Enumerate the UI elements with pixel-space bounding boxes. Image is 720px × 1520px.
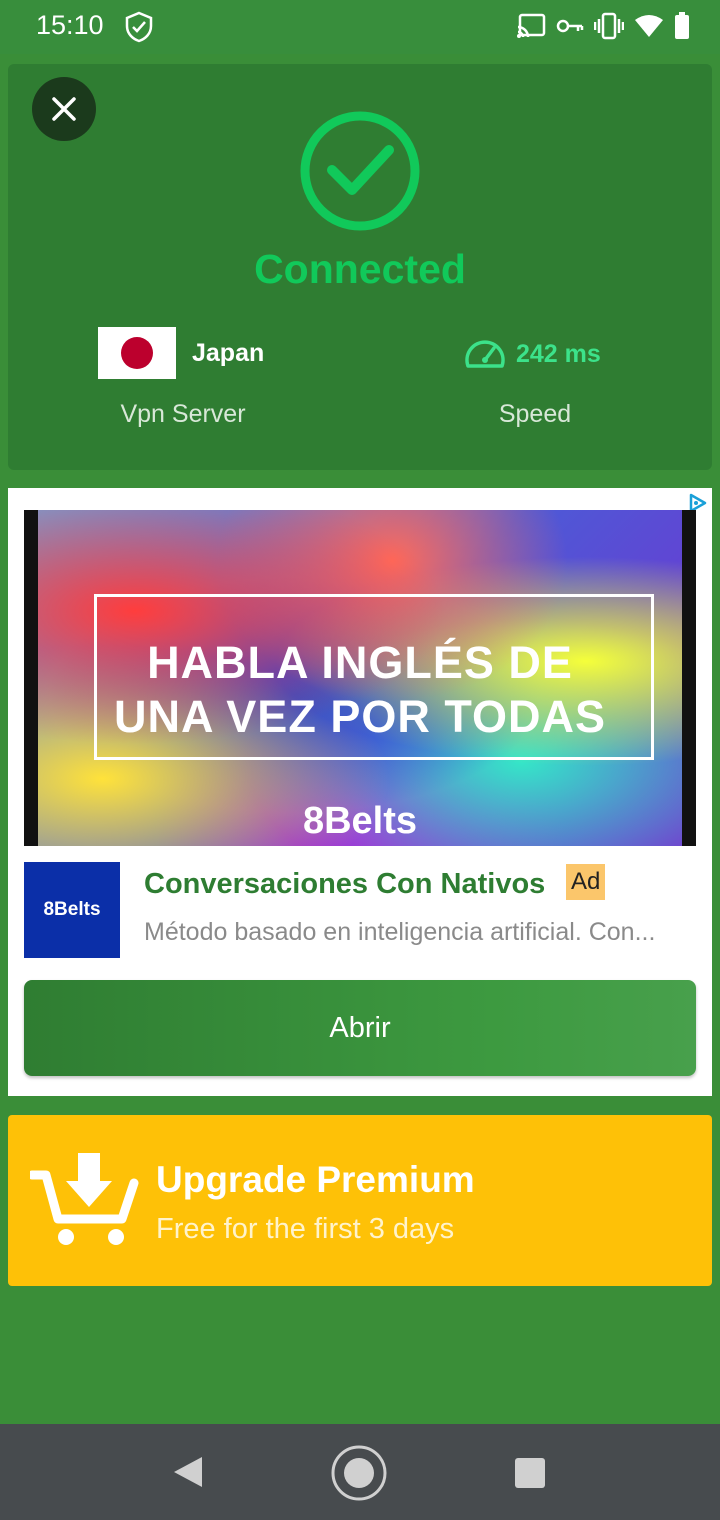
ad-banner-headline: HABLA INGLÉS DE UNA VEZ POR TODAS	[38, 636, 682, 744]
cast-icon	[516, 13, 546, 39]
connected-check-icon	[299, 110, 421, 236]
vibrate-icon	[594, 12, 624, 40]
recents-icon[interactable]	[514, 1457, 546, 1493]
speed-label: Speed	[498, 400, 572, 428]
ad-logo[interactable]: 8Belts	[24, 862, 120, 958]
status-bar: 15:10	[0, 0, 720, 54]
ad-description: Método basado en inteligencia artificial…	[144, 918, 656, 946]
wifi-icon	[634, 14, 664, 38]
premium-subtitle: Free for the first 3 days	[156, 1213, 455, 1245]
close-icon	[52, 97, 76, 121]
close-button[interactable]	[32, 77, 96, 141]
premium-title: Upgrade Premium	[156, 1159, 475, 1200]
ad-headline-line2: UNA VEZ POR TODAS	[113, 691, 607, 742]
connection-status: Connected	[254, 246, 466, 292]
upgrade-premium-button[interactable]: Upgrade Premium Free for the first 3 day…	[8, 1115, 712, 1286]
ad-title[interactable]: Conversaciones Con Nativos	[144, 868, 545, 901]
vpn-key-icon	[556, 15, 584, 37]
ad-headline-line1: HABLA INGLÉS DE	[147, 637, 573, 688]
ad-banner-image[interactable]: HABLA INGLÉS DE UNA VEZ POR TODAS 8Belts	[24, 510, 696, 846]
speed-value: 242 ms	[516, 340, 601, 368]
ad-badge: Ad	[566, 864, 606, 900]
speedometer-icon	[464, 336, 506, 374]
back-icon[interactable]	[170, 1454, 206, 1494]
ad-open-button[interactable]: Abrir	[24, 980, 696, 1076]
home-icon[interactable]	[330, 1444, 388, 1506]
status-icons	[516, 12, 690, 40]
shield-icon	[124, 11, 154, 47]
system-nav-bar	[0, 1424, 720, 1520]
server-label: Vpn Server	[120, 400, 246, 428]
status-time: 15:10	[36, 10, 104, 40]
japan-flag-icon	[98, 327, 176, 379]
battery-icon	[674, 12, 690, 40]
ad-card[interactable]: HABLA INGLÉS DE UNA VEZ POR TODAS 8Belts…	[8, 488, 712, 1096]
cart-download-icon	[27, 1153, 142, 1253]
ad-banner-brand: 8Belts	[302, 800, 418, 842]
server-country: Japan	[192, 339, 265, 367]
vpn-status-card: Connected Japan Vpn Server 242 ms Speed	[8, 64, 712, 470]
